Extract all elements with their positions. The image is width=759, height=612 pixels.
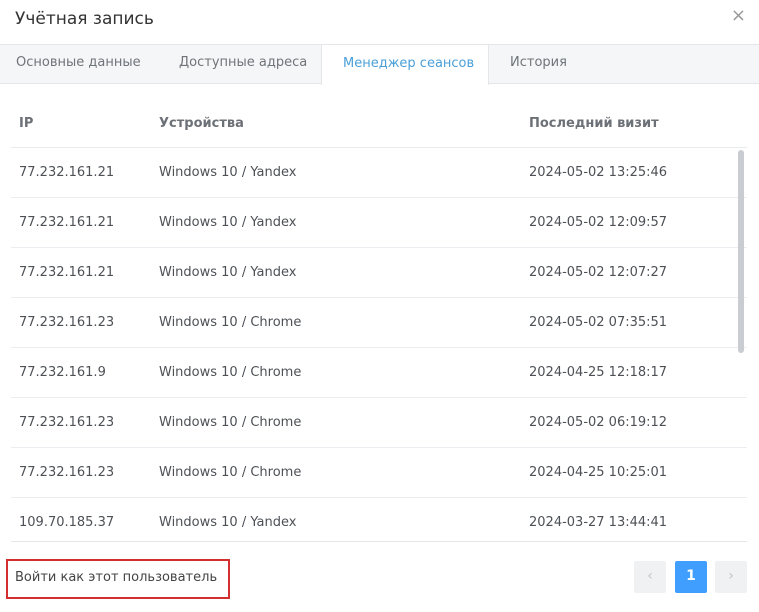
column-header-ip[interactable]: IP [19, 116, 33, 131]
cell-last-visit: 2024-05-02 12:09:57 [529, 215, 668, 230]
table-row[interactable]: 77.232.161.21 Windows 10 / Yandex 2024-0… [11, 148, 747, 198]
table-header: IP Устройства Последний визит [11, 98, 747, 148]
cell-ip: 77.232.161.23 [19, 465, 115, 480]
table-row[interactable]: 77.232.161.23 Windows 10 / Chrome 2024-0… [11, 298, 747, 348]
cell-device: Windows 10 / Chrome [159, 315, 302, 330]
login-as-user-label: Войти как этот пользователь [15, 570, 218, 585]
sessions-table: IP Устройства Последний визит 77.232.161… [11, 98, 747, 542]
cell-ip: 77.232.161.9 [19, 365, 106, 380]
column-header-device[interactable]: Устройства [159, 116, 244, 131]
cell-device: Windows 10 / Yandex [159, 265, 297, 280]
tab-session-manager[interactable]: Менеджер сеансов [321, 44, 489, 85]
pager-prev-button[interactable]: ‹ [634, 561, 666, 593]
cell-last-visit: 2024-05-02 06:19:12 [529, 415, 668, 430]
cell-ip: 77.232.161.21 [19, 165, 115, 180]
cell-device: Windows 10 / Yandex [159, 515, 297, 530]
table-row[interactable]: 77.232.161.23 Windows 10 / Chrome 2024-0… [11, 448, 747, 498]
tab-history[interactable]: История [494, 44, 583, 84]
cell-ip: 77.232.161.21 [19, 265, 115, 280]
cell-last-visit: 2024-04-25 10:25:01 [529, 465, 668, 480]
cell-last-visit: 2024-05-02 07:35:51 [529, 315, 668, 330]
cell-device: Windows 10 / Chrome [159, 465, 302, 480]
pager-next-button[interactable]: › [715, 561, 747, 593]
cell-last-visit: 2024-04-25 12:18:17 [529, 365, 668, 380]
table-row[interactable]: 77.232.161.21 Windows 10 / Yandex 2024-0… [11, 248, 747, 298]
modal-title: Учётная запись [15, 9, 154, 29]
cell-last-visit: 2024-05-02 13:25:46 [529, 165, 668, 180]
table-row[interactable]: 77.232.161.21 Windows 10 / Yandex 2024-0… [11, 198, 747, 248]
table-scrollbar[interactable] [738, 150, 744, 353]
cell-ip: 77.232.161.21 [19, 215, 115, 230]
column-header-last-visit[interactable]: Последний визит [529, 116, 659, 131]
cell-device: Windows 10 / Yandex [159, 165, 297, 180]
cell-ip: 77.232.161.23 [19, 315, 115, 330]
cell-ip: 77.232.161.23 [19, 415, 115, 430]
pager-page-1[interactable]: 1 [675, 561, 707, 593]
cell-last-visit: 2024-03-27 13:44:41 [529, 515, 668, 530]
table-row[interactable]: 77.232.161.9 Windows 10 / Chrome 2024-04… [11, 348, 747, 398]
close-icon[interactable]: × [731, 6, 746, 26]
table-row[interactable]: 109.70.185.37 Windows 10 / Yandex 2024-0… [11, 498, 747, 541]
cell-ip: 109.70.185.37 [19, 515, 115, 530]
cell-device: Windows 10 / Chrome [159, 415, 302, 430]
login-as-user-button[interactable]: Войти как этот пользователь [6, 559, 230, 599]
cell-device: Windows 10 / Yandex [159, 215, 297, 230]
cell-last-visit: 2024-05-02 12:07:27 [529, 265, 668, 280]
modal-header: Учётная запись × [0, 0, 759, 44]
tab-bar: Основные данные Доступные адреса Менедже… [0, 44, 759, 85]
cell-device: Windows 10 / Chrome [159, 365, 302, 380]
table-row[interactable]: 77.232.161.23 Windows 10 / Chrome 2024-0… [11, 398, 747, 448]
tab-available-addresses[interactable]: Доступные адреса [163, 44, 323, 84]
tab-basic-data[interactable]: Основные данные [0, 44, 157, 84]
